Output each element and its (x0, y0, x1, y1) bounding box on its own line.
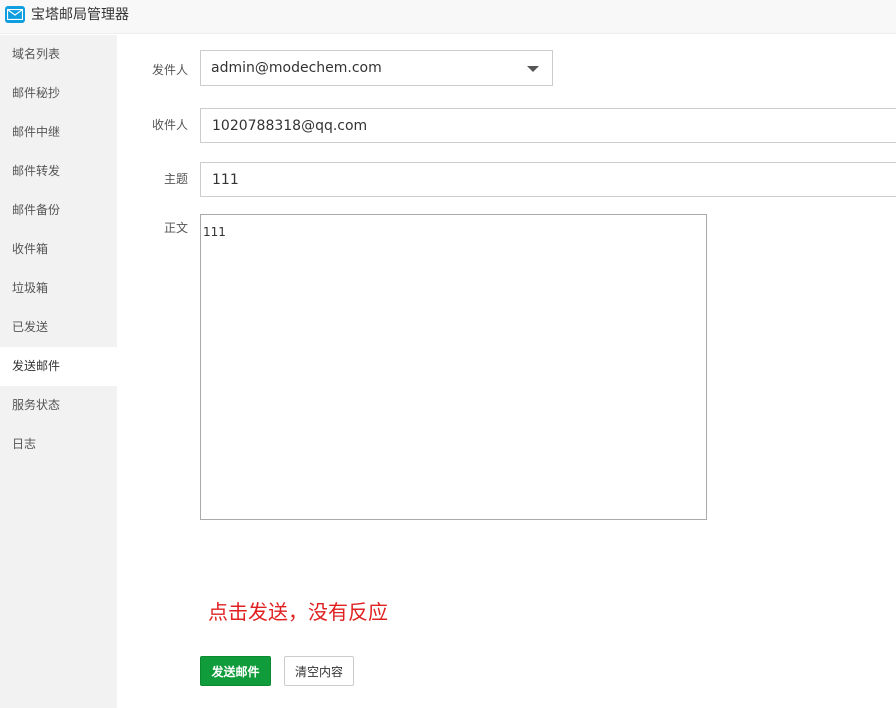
clear-content-button[interactable]: 清空内容 (284, 656, 354, 686)
subject-label: 主题 (163, 172, 188, 186)
sidebar-item-inbox[interactable]: 收件箱 (0, 230, 117, 269)
sidebar-item-domain-list[interactable]: 域名列表 (0, 35, 117, 74)
sidebar-item-mail-bcc[interactable]: 邮件秘抄 (0, 74, 117, 113)
sidebar-item-service-status[interactable]: 服务状态 (0, 386, 117, 425)
annotation-text: 点击发送，没有反应 (208, 600, 388, 624)
mail-icon (5, 6, 25, 23)
sidebar-item-mail-forward[interactable]: 邮件转发 (0, 152, 117, 191)
sidebar-item-mail-relay[interactable]: 邮件中继 (0, 113, 117, 152)
send-mail-button[interactable]: 发送邮件 (200, 656, 271, 686)
subject-input[interactable] (200, 162, 896, 197)
body-label: 正文 (163, 221, 188, 235)
sender-value: admin@modechem.com (211, 60, 382, 76)
caret-down-icon (527, 66, 539, 72)
sender-label: 发件人 (151, 63, 188, 77)
body-textarea[interactable]: 111 (200, 214, 707, 520)
sidebar-item-sent[interactable]: 已发送 (0, 308, 117, 347)
sender-select[interactable]: admin@modechem.com (200, 50, 553, 86)
sidebar-item-send-mail[interactable]: 发送邮件 (0, 347, 117, 386)
recipient-label: 收件人 (151, 118, 188, 132)
title-bar: 宝塔邮局管理器 (0, 0, 896, 34)
recipient-input[interactable] (200, 108, 896, 143)
sidebar-item-spam[interactable]: 垃圾箱 (0, 269, 117, 308)
app-title: 宝塔邮局管理器 (31, 7, 129, 23)
sidebar-item-mail-backup[interactable]: 邮件备份 (0, 191, 117, 230)
sidebar-item-logs[interactable]: 日志 (0, 425, 117, 464)
sidebar: 域名列表 邮件秘抄 邮件中继 邮件转发 邮件备份 收件箱 垃圾箱 已发送 发送邮… (0, 35, 117, 708)
